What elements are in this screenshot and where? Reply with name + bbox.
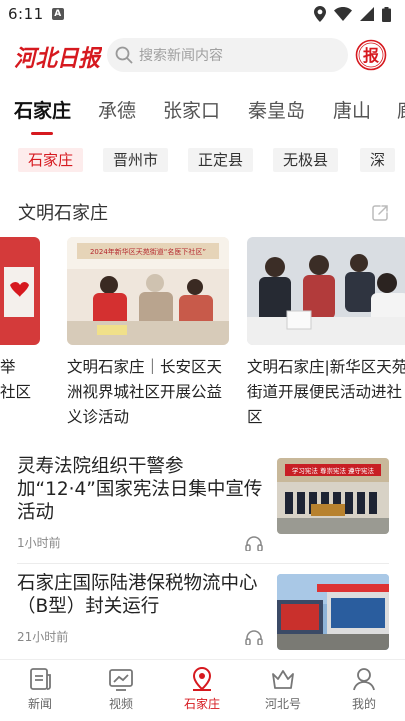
news-item[interactable]: 灵寿法院组织干警参加“12·4”国家宪法日集中宣传活动 1小时前 学习宪法 尊崇… — [0, 455, 405, 555]
signal-icon — [360, 7, 374, 21]
tab-langfang[interactable]: 廊 — [397, 96, 405, 123]
nav-video-label: 视频 — [108, 697, 133, 711]
newspaper-button[interactable]: 报 — [355, 39, 387, 71]
crown-icon — [272, 670, 294, 689]
card-caption-line: 社区 — [0, 383, 32, 401]
card-image: 2024年新华区天苑街道“名医下社区” — [67, 237, 229, 345]
card-caption: 文明石家庄｜长安区天洲视界城社区开展公益义诊活动 — [67, 358, 223, 426]
nav-hebeihao-label: 河北号 — [264, 697, 301, 711]
news-time: 1小时前 — [17, 536, 61, 550]
news-thumbnail: 学习宪法 尊崇宪法 遵守宪法 — [277, 458, 389, 534]
section-carousel[interactable]: 举 社区 2024年新华区天苑街道“名医下社区” 文明石家庄｜长安区天洲视界城社… — [0, 237, 405, 437]
search-icon — [115, 46, 133, 64]
nav-news[interactable]: 新闻 — [10, 666, 70, 712]
nav-shijiazhuang-label: 石家庄 — [183, 697, 220, 711]
district-chips: 石家庄 晋州市 正定县 无极县 深 — [0, 148, 405, 174]
carousel-card[interactable]: 文明石家庄|新华区天苑街道开展便民活动进社区 — [247, 237, 405, 430]
chip-wuji[interactable]: 无极县 — [273, 148, 339, 172]
search-bar[interactable]: 搜索新闻内容 — [107, 38, 348, 72]
hebei-daily-logo[interactable]: 河北日报 — [14, 38, 102, 74]
newspaper-label: 报 — [363, 46, 379, 65]
section-title: 文明石家庄 — [18, 203, 108, 224]
status-time: 6:11 — [8, 5, 44, 23]
carousel-card[interactable]: 举 社区 — [0, 237, 40, 405]
nav-hebeihao[interactable]: 河北号 — [253, 666, 313, 712]
status-icons — [314, 6, 391, 22]
chip-zhengding[interactable]: 正定县 — [188, 148, 254, 172]
app-header: 河北日报 搜索新闻内容 报 — [0, 34, 405, 76]
tab-tangshan[interactable]: 唐山 — [333, 96, 371, 123]
news-icon — [30, 668, 51, 690]
notification-badge: A — [51, 8, 64, 20]
share-icon[interactable] — [371, 204, 389, 222]
card-caption: 文明石家庄|新华区天苑街道开展便民活动进社区 — [247, 358, 405, 426]
tab-qinhuangdao[interactable]: 秦皇岛 — [248, 96, 305, 123]
video-icon — [109, 669, 133, 691]
tab-zhangjiakou[interactable]: 张家口 — [163, 96, 220, 123]
bottom-navigation: 新闻 视频 石家庄 河北号 我的 — [0, 659, 405, 721]
wifi-icon — [334, 7, 352, 21]
nav-profile[interactable]: 我的 — [334, 666, 394, 712]
nav-video[interactable]: 视频 — [91, 666, 151, 712]
thumbnail-banner-text: 学习宪法 尊崇宪法 遵守宪法 — [292, 466, 375, 475]
logo-text: 河北日报 — [14, 45, 102, 72]
news-title: 灵寿法院组织干警参加“12·4”国家宪法日集中宣传活动 — [17, 456, 263, 523]
news-title: 石家庄国际陆港保税物流中心（B型）封关运行 — [17, 573, 258, 617]
news-divider — [17, 563, 389, 564]
nav-profile-label: 我的 — [351, 697, 376, 711]
card-image — [0, 237, 40, 345]
tab-chengde[interactable]: 承德 — [98, 96, 136, 123]
profile-icon — [353, 668, 375, 691]
headphones-icon[interactable] — [245, 629, 263, 645]
battery-icon — [382, 6, 391, 22]
status-bar: 6:11 A — [0, 0, 405, 28]
chip-jinzhou[interactable]: 晋州市 — [103, 148, 169, 172]
city-tabs: 石家庄 承德 张家口 秦皇岛 唐山 廊 — [0, 90, 405, 138]
news-item[interactable]: 石家庄国际陆港保税物流中心（B型）封关运行 21小时前 — [0, 572, 405, 652]
location-status-icon — [314, 6, 326, 22]
carousel-card[interactable]: 2024年新华区天苑街道“名医下社区” 文明石家庄｜长安区天洲视界城社区开展公益… — [67, 237, 229, 430]
news-time: 21小时前 — [17, 630, 69, 644]
tab-shijiazhuang[interactable]: 石家庄 — [14, 96, 71, 123]
card-image — [247, 237, 405, 345]
search-placeholder: 搜索新闻内容 — [139, 48, 223, 64]
nav-news-label: 新闻 — [27, 697, 52, 711]
card-caption: 举 社区 — [0, 355, 40, 405]
headphones-icon[interactable] — [245, 535, 263, 551]
active-tab-indicator — [31, 132, 53, 135]
card-banner-text: 2024年新华区天苑街道“名医下社区” — [90, 247, 206, 256]
location-icon — [192, 666, 212, 691]
nav-shijiazhuang[interactable]: 石家庄 — [172, 666, 232, 712]
chip-shenze[interactable]: 深 — [360, 148, 396, 172]
chip-shijiazhuang[interactable]: 石家庄 — [18, 148, 84, 172]
card-caption-line: 举 — [0, 358, 16, 376]
news-thumbnail — [277, 574, 389, 650]
